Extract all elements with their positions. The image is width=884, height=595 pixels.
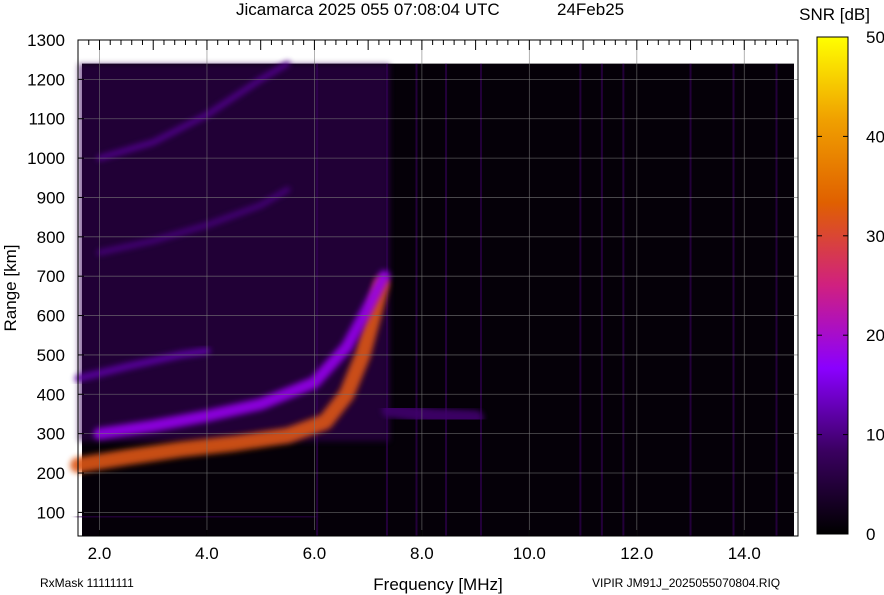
y-tick-label: 900 xyxy=(37,188,65,207)
colorbar-tick-label: 50 xyxy=(866,28,884,47)
y-tick-label: 300 xyxy=(37,425,65,444)
x-tick-label: 12.0 xyxy=(620,544,653,563)
colorbar-tick-label: 20 xyxy=(866,326,884,345)
colorbar-tick-label: 0 xyxy=(866,525,875,544)
y-axis-label: Range [km] xyxy=(1,245,20,332)
y-tick-label: 100 xyxy=(37,503,65,522)
colorbar-label: SNR [dB] xyxy=(799,5,870,24)
echo-trace xyxy=(381,402,484,426)
x-tick-label: 14.0 xyxy=(728,544,761,563)
colorbar-tick-label: 10 xyxy=(866,426,884,445)
colorbar xyxy=(816,36,849,535)
x-tick-label: 10.0 xyxy=(513,544,546,563)
y-tick-label: 200 xyxy=(37,464,65,483)
y-tick-label: 600 xyxy=(37,307,65,326)
y-tick-label: 400 xyxy=(37,385,65,404)
x-tick-label: 2.0 xyxy=(88,544,112,563)
y-tick-label: 800 xyxy=(37,228,65,247)
y-tick-label: 1300 xyxy=(27,31,65,50)
ionogram-chart: 2.0 4.0 6.0 8.0 10.0 12.0 14.01002003004005006… xyxy=(1,5,884,594)
y-tick-label: 1000 xyxy=(27,149,65,168)
colorbar-tick-label: 40 xyxy=(866,127,884,146)
colorbar-tick-label: 30 xyxy=(866,227,884,246)
x-tick-label: 4.0 xyxy=(195,544,219,563)
x-axis-label: Frequency [MHz] xyxy=(373,575,502,594)
y-tick-label: 500 xyxy=(37,346,65,365)
y-tick-label: 700 xyxy=(37,267,65,286)
y-tick-label: 1200 xyxy=(27,70,65,89)
y-tick-label: 1100 xyxy=(28,110,65,129)
echo-trace xyxy=(75,513,317,520)
x-tick-label: 6.0 xyxy=(303,544,327,563)
x-tick-label: 8.0 xyxy=(410,544,434,563)
rx-mask-label: RxMask 11111111 xyxy=(40,576,134,590)
file-id-label: VIPIR JM91J_2025055070804.RIQ xyxy=(592,576,781,590)
